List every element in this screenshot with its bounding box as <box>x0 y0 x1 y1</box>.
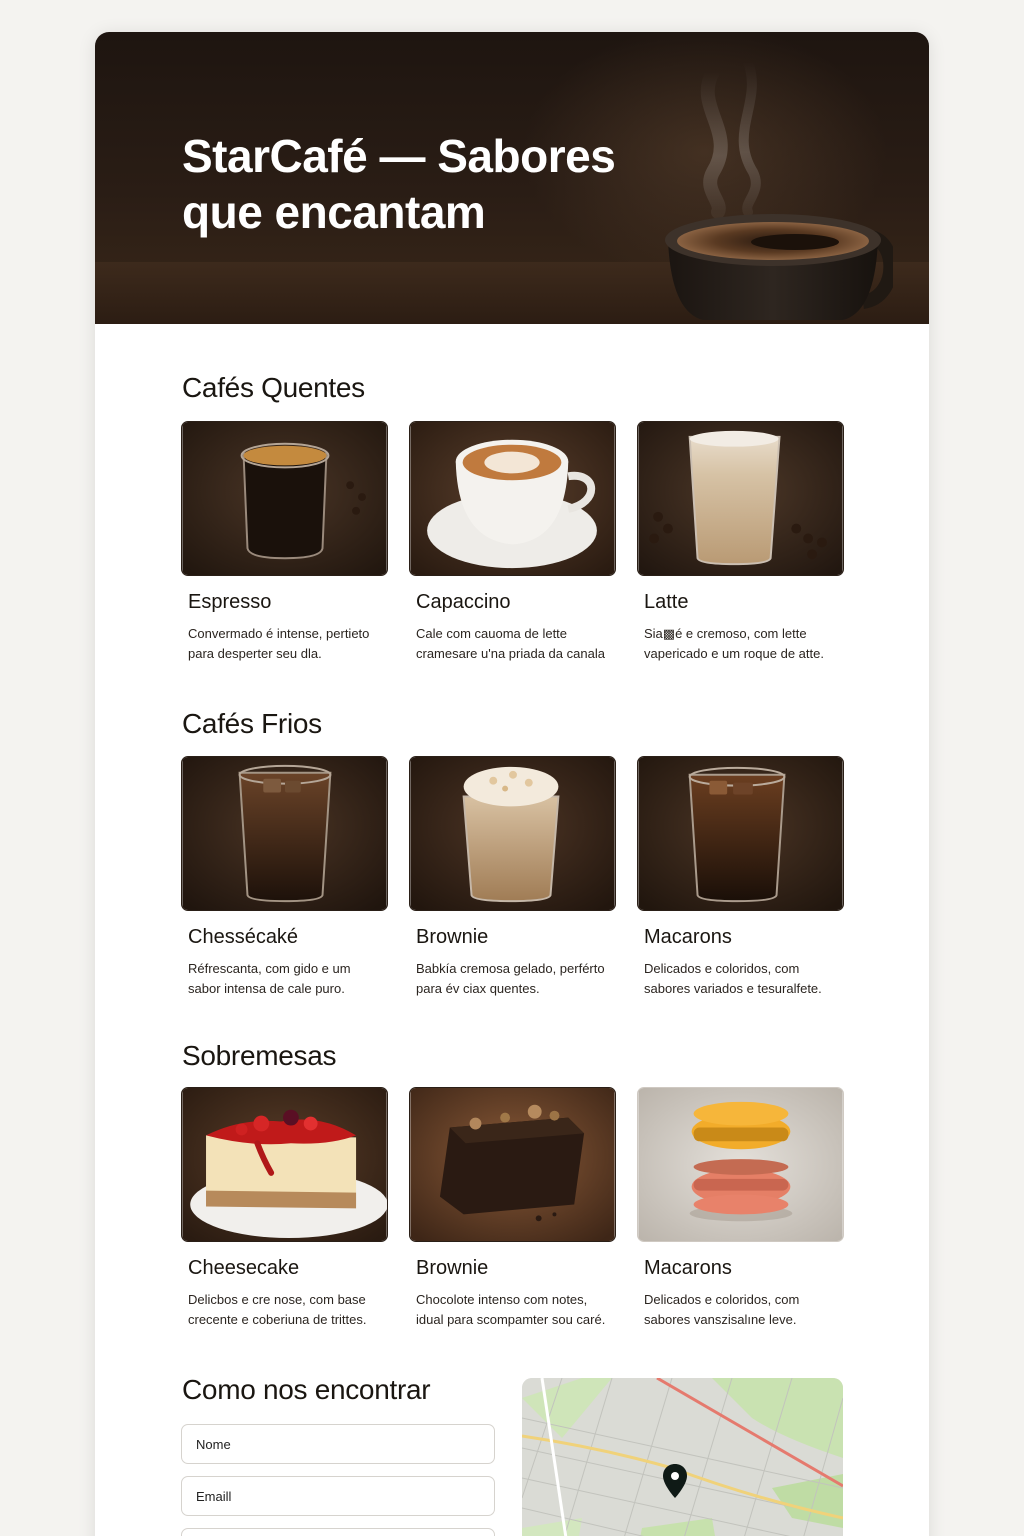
iced-coffee-photo <box>181 756 388 911</box>
name-field[interactable] <box>181 1424 495 1464</box>
item-description: Babkía cremosa gelado, perférto para év … <box>416 961 605 996</box>
espresso-photo <box>181 421 388 576</box>
latte-photo <box>637 421 844 576</box>
section-title-hot-coffees: Cafés Quentes <box>182 372 365 403</box>
message-field[interactable] <box>181 1528 495 1536</box>
map-image <box>522 1378 843 1536</box>
section-title-desserts: Sobremesas <box>182 1040 337 1071</box>
menu-card-cold-3[interactable]: Macarons Delicados e coloridos, com sabo… <box>637 756 844 999</box>
item-name: Capaccino <box>416 591 511 613</box>
macarons-photo <box>637 1087 844 1242</box>
section-title-find-us: Como nos encontrar <box>182 1374 431 1405</box>
menu-card-cold-2[interactable]: Brownie Babkía cremosa gelado, perférto … <box>409 756 616 999</box>
map-pin-icon[interactable] <box>663 1464 687 1498</box>
menu-card-latte[interactable]: Latte Sia▩é e cremoso, com lette vaperic… <box>637 421 844 664</box>
menu-card-macarons[interactable]: Macarons Delicados e coloridos, com sabo… <box>637 1087 844 1330</box>
menu-card-cheesecake[interactable]: Cheesecake Delicbos e cre nose, com base… <box>181 1087 388 1330</box>
item-name: Chessécaké <box>188 926 299 948</box>
item-description: Sia▩é e cremoso, com lette vapericado e … <box>644 626 824 661</box>
page-card: StarCafé — Sabores que encantam Cafés Qu… <box>95 32 929 1536</box>
brownie-photo <box>409 1087 616 1242</box>
menu-card-cappuccino[interactable]: Capaccino Cale com cauoma de lette crame… <box>409 421 616 664</box>
item-description: Chocolote intenso com notes, idual para … <box>416 1292 606 1327</box>
menu-card-espresso[interactable]: Espresso Convermado é intense, pertieto … <box>181 421 388 664</box>
item-name: Brownie <box>416 1257 489 1279</box>
item-description: Convermado é intense, pertieto para desp… <box>188 626 370 661</box>
cold-brew-photo <box>637 756 844 911</box>
menu-card-brownie[interactable]: Brownie Chocolote intenso com notes, idu… <box>409 1087 616 1330</box>
hero-title: StarCafé — Sabores que encantam <box>182 130 616 238</box>
item-name: Latte <box>644 591 689 613</box>
item-description: Réfrescanta, com gido e um sabor intensa… <box>188 961 351 996</box>
cheesecake-photo <box>181 1087 388 1242</box>
section-title-cold-coffees: Cafés Frios <box>182 708 322 739</box>
item-description: Cale com cauoma de lette cramesare u'na … <box>416 626 605 661</box>
item-description: Delicbos e cre nose, com base crecente e… <box>188 1292 367 1327</box>
item-name: Cheesecake <box>188 1257 300 1279</box>
frappe-photo <box>409 756 616 911</box>
email-field[interactable] <box>181 1476 495 1516</box>
item-name: Brownie <box>416 926 489 948</box>
hero-banner: StarCafé — Sabores que encantam <box>95 32 929 324</box>
item-name: Macarons <box>644 1257 732 1279</box>
location-map[interactable] <box>522 1378 843 1536</box>
item-description: Delicados e coloridos, com sabores vansz… <box>644 1292 800 1327</box>
item-name: Espresso <box>188 591 272 613</box>
item-description: Delicados e coloridos, com sabores varia… <box>644 961 822 996</box>
item-name: Macarons <box>644 926 732 948</box>
menu-card-cold-1[interactable]: Chessécaké Réfrescanta, com gido e um sa… <box>181 756 388 999</box>
cappuccino-photo <box>409 421 616 576</box>
